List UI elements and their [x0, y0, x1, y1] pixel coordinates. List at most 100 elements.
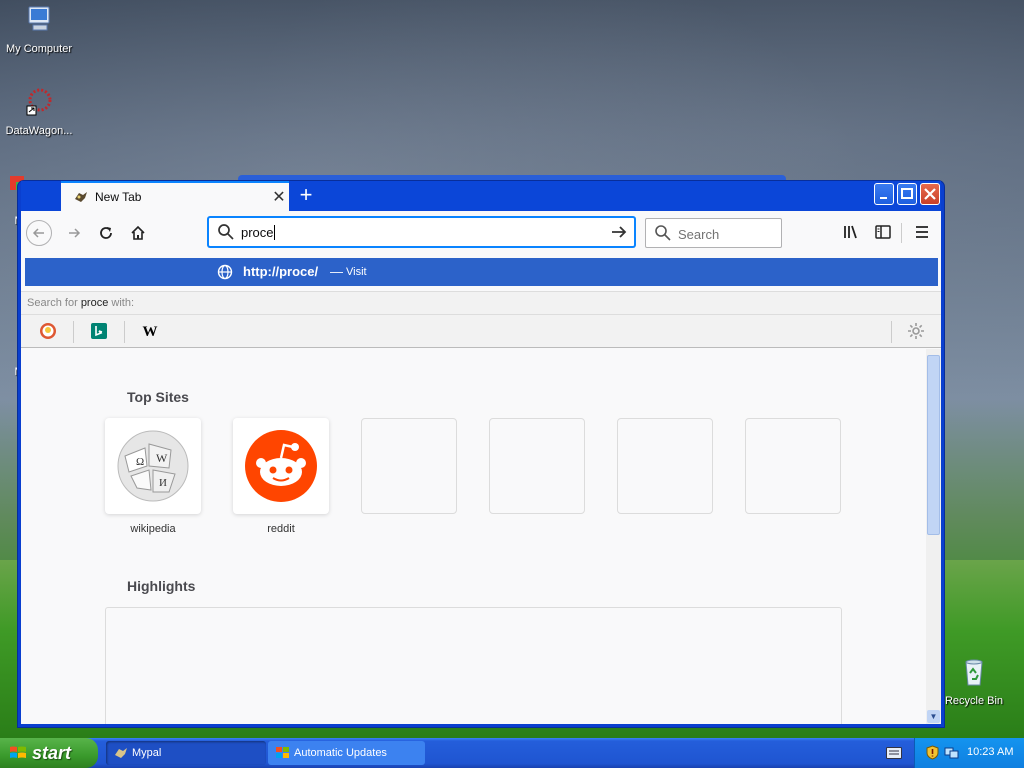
minimize-icon	[880, 197, 887, 199]
clock[interactable]: 10:23 AM	[967, 746, 1013, 758]
tab-new-tab[interactable]: New Tab ✕	[61, 181, 289, 211]
top-site-tile-empty[interactable]	[361, 418, 457, 514]
highlights-heading: Highlights	[127, 578, 196, 594]
suggestion-separator: —	[330, 264, 343, 279]
taskbar-item-mypal[interactable]: Mypal	[106, 741, 266, 765]
scroll-down-arrow-icon[interactable]: ▼	[927, 710, 940, 723]
toolbar-divider	[901, 223, 902, 243]
maximize-icon	[901, 188, 913, 199]
menu-button[interactable]	[912, 223, 932, 243]
new-tab-page: Top Sites Ω W И wikipedia reddit Highlig…	[21, 349, 926, 724]
forward-arrow-icon	[69, 228, 81, 238]
forward-button[interactable]	[61, 220, 87, 246]
globe-icon	[217, 264, 233, 280]
url-suggestion-visit[interactable]: http://proce/ — Visit	[25, 258, 938, 286]
mypal-icon	[115, 748, 127, 758]
desktop-icon-my-computer[interactable]: My Computer	[1, 4, 77, 55]
search-icon	[655, 225, 671, 241]
windows-update-icon	[276, 747, 289, 758]
bing-icon	[91, 323, 107, 339]
browser-window: New Tab ✕ + proce Search http://proce/ —…	[18, 181, 944, 727]
one-off-search-engines: W	[21, 314, 941, 348]
search-icon	[218, 224, 234, 240]
hamburger-menu-icon	[916, 226, 928, 238]
security-shield-icon[interactable]	[925, 745, 940, 760]
search-placeholder: Search	[678, 227, 720, 242]
one-off-search-header: Search for proce with:	[21, 291, 941, 314]
maximize-button[interactable]	[897, 183, 917, 205]
close-tab-icon[interactable]: ✕	[269, 187, 289, 207]
back-arrow-icon	[32, 228, 44, 238]
reload-icon	[100, 227, 112, 239]
tab-strip: New Tab ✕ +	[21, 181, 941, 211]
go-arrow-icon[interactable]	[610, 222, 628, 242]
desktop-icon-label: DataWagon...	[5, 125, 73, 137]
taskbar-item-label: Mypal	[132, 747, 162, 759]
svg-text:Ω: Ω	[136, 456, 144, 468]
desktop-icon-label: My Computer	[5, 43, 73, 55]
taskbar-item-automatic-updates[interactable]: Automatic Updates	[268, 741, 425, 765]
suggestion-action: Visit	[346, 266, 367, 278]
svg-text:И: И	[159, 477, 167, 489]
tab-title: New Tab	[95, 190, 142, 204]
new-tab-button[interactable]: +	[293, 183, 319, 209]
close-icon	[924, 188, 936, 200]
sidebar-icon	[875, 225, 891, 239]
search-box[interactable]: Search	[645, 218, 782, 248]
home-button[interactable]	[125, 220, 151, 246]
computer-icon	[28, 6, 50, 31]
minimize-button[interactable]	[874, 183, 894, 205]
address-bar[interactable]: proce	[208, 217, 635, 247]
svg-text:W: W	[156, 451, 168, 465]
address-text: proce	[241, 225, 274, 240]
windows-logo-icon	[10, 746, 26, 758]
text-caret	[273, 225, 275, 240]
wikipedia-icon: W	[142, 324, 158, 340]
top-site-label: wikipedia	[130, 523, 176, 535]
top-site-tile-wikipedia[interactable]: Ω W И	[105, 418, 201, 514]
duckduckgo-icon	[40, 323, 56, 339]
reddit-icon	[245, 430, 317, 502]
desktop-icon-recycle-bin[interactable]: Recycle Bin	[936, 656, 1012, 707]
address-input-value[interactable]: proce	[241, 225, 275, 240]
datawagon-icon	[26, 88, 52, 116]
gear-icon	[908, 323, 924, 339]
start-button[interactable]: start	[0, 738, 98, 768]
taskbar: start Mypal Automatic Updates 10:23 AM	[0, 738, 1024, 768]
oneoff-suffix: with:	[111, 297, 135, 309]
engine-divider	[891, 321, 892, 343]
scrollbar-thumb[interactable]	[927, 355, 940, 535]
network-icon[interactable]	[944, 745, 959, 760]
oneoff-prefix: Search for	[27, 297, 78, 309]
top-site-tile-reddit[interactable]	[233, 418, 329, 514]
page-scrollbar[interactable]: ▼	[926, 349, 941, 724]
top-site-tile-empty[interactable]	[617, 418, 713, 514]
keyboard-icon[interactable]	[886, 747, 902, 759]
desktop-icon-label: Recycle Bin	[944, 695, 1004, 707]
desktop-icon-datawagon[interactable]: DataWagon...	[1, 86, 77, 137]
top-site-tile-empty[interactable]	[745, 418, 841, 514]
close-window-button[interactable]	[920, 183, 940, 205]
home-icon	[131, 225, 145, 240]
reload-button[interactable]	[93, 220, 119, 246]
top-site-tile-empty[interactable]	[489, 418, 585, 514]
bing-engine-button[interactable]	[89, 322, 109, 342]
back-button[interactable]	[26, 220, 52, 246]
engine-divider	[73, 321, 74, 343]
top-sites-heading: Top Sites	[127, 389, 189, 405]
navigation-toolbar: proce Search	[21, 211, 941, 255]
duckduckgo-engine-button[interactable]	[38, 322, 58, 342]
mypal-favicon-icon	[75, 192, 87, 202]
highlights-placeholder	[105, 607, 842, 724]
start-label: start	[32, 743, 72, 763]
recycle-bin-icon	[965, 659, 983, 686]
wikipedia-engine-button[interactable]: W	[140, 322, 160, 342]
sidebar-button[interactable]	[873, 223, 893, 243]
top-site-label: reddit	[267, 523, 295, 535]
engine-divider	[124, 321, 125, 343]
taskbar-item-label: Automatic Updates	[294, 747, 387, 759]
browser-frame: New Tab ✕ + proce Search http://proce/ —…	[21, 181, 941, 724]
library-button[interactable]	[841, 223, 861, 243]
search-settings-button[interactable]	[906, 322, 926, 342]
suggestion-url: http://proce/	[243, 264, 319, 279]
